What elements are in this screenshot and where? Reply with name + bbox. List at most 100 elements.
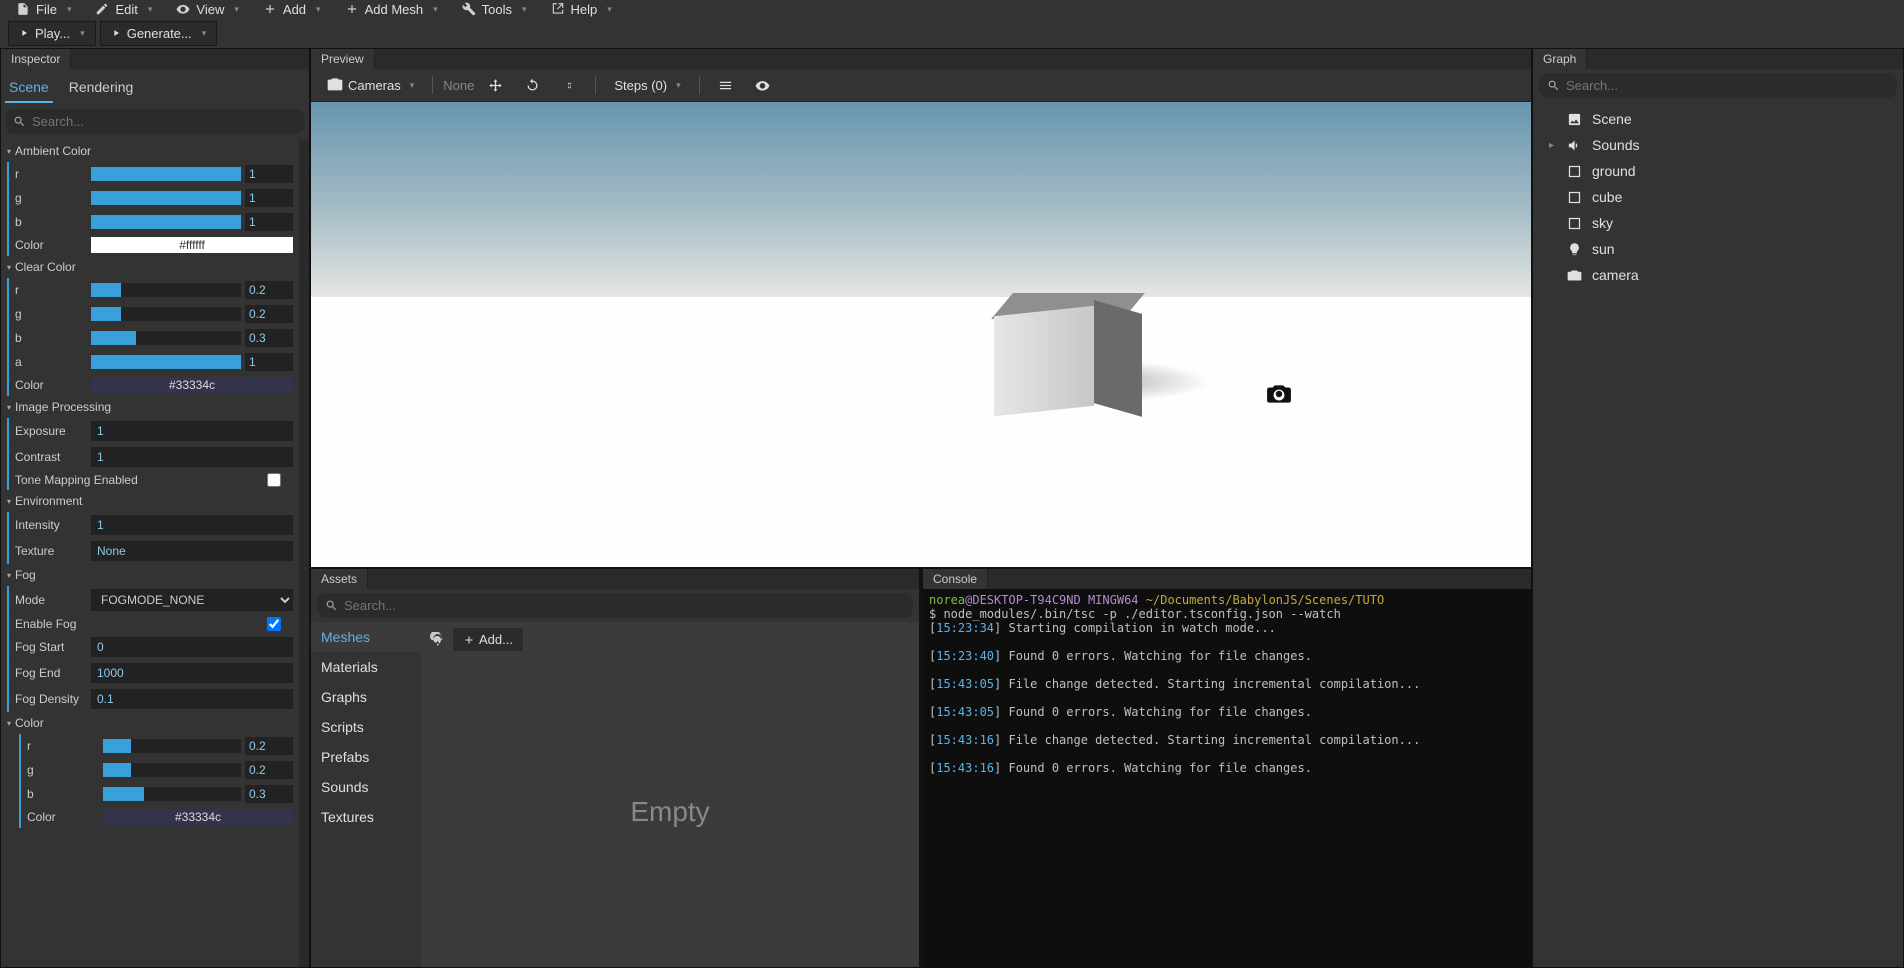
graph-item-camera[interactable]: camera [1533, 262, 1903, 288]
enable-fog-checkbox[interactable] [267, 617, 281, 631]
asset-cat-sounds[interactable]: Sounds [311, 772, 421, 802]
preview-menu[interactable] [710, 74, 741, 97]
caret-down-icon: ▾ [67, 4, 72, 15]
ambient-g-slider[interactable] [91, 191, 241, 205]
assets-add-button[interactable]: Add... [453, 628, 523, 651]
graph-item-ground[interactable]: ground [1533, 158, 1903, 184]
fog-end-input[interactable] [91, 663, 293, 683]
clear-r-slider[interactable] [91, 283, 241, 297]
menu-add[interactable]: Add ▾ [251, 0, 333, 19]
cameras-dropdown[interactable]: Cameras ▾ [319, 73, 422, 97]
ambient-color-swatch[interactable]: #ffffff [91, 237, 293, 253]
tone-mapping-checkbox[interactable] [267, 473, 281, 487]
gizmo-move[interactable] [480, 74, 511, 97]
menu-edit[interactable]: Edit ▾ [83, 0, 164, 19]
asset-cat-textures[interactable]: Textures [311, 802, 421, 832]
graph-item-sky[interactable]: sky [1533, 210, 1903, 236]
contrast-input[interactable] [91, 447, 293, 467]
play-button[interactable]: Play... ▾ [8, 21, 96, 46]
inspector-search[interactable] [5, 109, 305, 134]
menu-file[interactable]: File ▾ [4, 0, 83, 19]
inspector-tab[interactable]: Inspector [1, 49, 71, 69]
inspector-scrollbar[interactable] [299, 140, 309, 967]
gizmo-scale[interactable] [554, 74, 585, 97]
clear-g-slider[interactable] [91, 307, 241, 321]
fog-mode-select[interactable]: FOGMODE_NONE [91, 589, 293, 611]
inspector-properties[interactable]: ▾Ambient Color r g b Color#ffffff ▾Clear… [1, 140, 299, 967]
viewport-ground [311, 297, 1531, 567]
clear-a-slider[interactable] [91, 355, 241, 369]
fogcolor-r-slider[interactable] [103, 739, 241, 753]
section-ambient-color[interactable]: ▾Ambient Color [1, 140, 297, 162]
clear-a-value[interactable] [245, 353, 293, 371]
graph-item-cube[interactable]: cube [1533, 184, 1903, 210]
refresh-icon[interactable] [429, 632, 445, 648]
asset-cat-materials[interactable]: Materials [311, 652, 421, 682]
preview-tab[interactable]: Preview [311, 49, 375, 69]
menu-add-mesh[interactable]: Add Mesh ▾ [333, 0, 450, 19]
menu-view[interactable]: View ▾ [164, 0, 250, 19]
viewport-camera-gizmo[interactable] [1263, 381, 1295, 407]
clear-color-swatch[interactable]: #33334c [91, 377, 293, 393]
fogcolor-b-slider[interactable] [103, 787, 241, 801]
rotate-icon [525, 78, 540, 93]
assets-search[interactable] [317, 593, 913, 618]
ambient-r-slider[interactable] [91, 167, 241, 181]
clear-b-slider[interactable] [91, 331, 241, 345]
menu-tools[interactable]: Tools ▾ [450, 0, 539, 19]
graph-search-input[interactable] [1566, 78, 1889, 93]
section-clear-color[interactable]: ▾Clear Color [1, 256, 297, 278]
ambient-r-value[interactable] [245, 165, 293, 183]
fogcolor-r-value[interactable] [245, 737, 293, 755]
fog-start-input[interactable] [91, 637, 293, 657]
assets-tab[interactable]: Assets [311, 569, 368, 589]
ambient-b-slider[interactable] [91, 215, 241, 229]
asset-cat-graphs[interactable]: Graphs [311, 682, 421, 712]
ambient-g-value[interactable] [245, 189, 293, 207]
section-fog-color[interactable]: ▾Color [1, 712, 297, 734]
fogcolor-swatch[interactable]: #33334c [103, 809, 293, 825]
viewport-3d[interactable] [311, 102, 1531, 567]
graph-item-sounds[interactable]: ▸Sounds [1533, 132, 1903, 158]
graph-item-sun[interactable]: sun [1533, 236, 1903, 262]
subtab-scene[interactable]: Scene [5, 73, 53, 103]
asset-cat-prefabs[interactable]: Prefabs [311, 742, 421, 772]
console-tab[interactable]: Console [923, 569, 988, 589]
console-output[interactable]: norea@DESKTOP-T94C9ND MINGW64 ~/Document… [923, 589, 1531, 967]
section-environment[interactable]: ▾Environment [1, 490, 297, 512]
inspector-tabbar: Inspector [1, 49, 309, 69]
env-texture-input[interactable] [91, 541, 293, 561]
assets-search-input[interactable] [344, 598, 905, 613]
fogcolor-b-value[interactable] [245, 785, 293, 803]
env-intensity-input[interactable] [91, 515, 293, 535]
graph-search[interactable] [1539, 73, 1897, 98]
exposure-input[interactable] [91, 421, 293, 441]
ambient-g-row: g [11, 186, 297, 210]
section-fog[interactable]: ▾Fog [1, 564, 297, 586]
ambient-b-value[interactable] [245, 213, 293, 231]
clear-g-value[interactable] [245, 305, 293, 323]
move-icon [488, 78, 503, 93]
asset-cat-scripts[interactable]: Scripts [311, 712, 421, 742]
search-icon [1547, 79, 1560, 92]
preview-visibility[interactable] [747, 74, 778, 97]
clear-b-value[interactable] [245, 329, 293, 347]
graph-tab[interactable]: Graph [1533, 49, 1587, 69]
graph-list: Scene ▸Sounds ground cube sky sun camera [1533, 102, 1903, 967]
steps-dropdown[interactable]: Steps (0) ▾ [606, 74, 688, 97]
graph-item-scene[interactable]: Scene [1533, 106, 1903, 132]
viewport-cube[interactable] [994, 293, 1144, 418]
fogcolor-g-value[interactable] [245, 761, 293, 779]
generate-button[interactable]: Generate... ▾ [100, 21, 218, 46]
file-icon [16, 2, 30, 16]
subtab-rendering[interactable]: Rendering [65, 73, 138, 103]
gizmo-rotate[interactable] [517, 74, 548, 97]
asset-cat-meshes[interactable]: Meshes [311, 622, 421, 652]
expand-icon[interactable]: ▸ [1549, 140, 1557, 151]
fogcolor-g-slider[interactable] [103, 763, 241, 777]
clear-r-value[interactable] [245, 281, 293, 299]
section-image-processing[interactable]: ▾Image Processing [1, 396, 297, 418]
inspector-search-input[interactable] [32, 114, 297, 129]
fog-density-input[interactable] [91, 689, 293, 709]
menu-help[interactable]: Help ▾ [539, 0, 624, 19]
